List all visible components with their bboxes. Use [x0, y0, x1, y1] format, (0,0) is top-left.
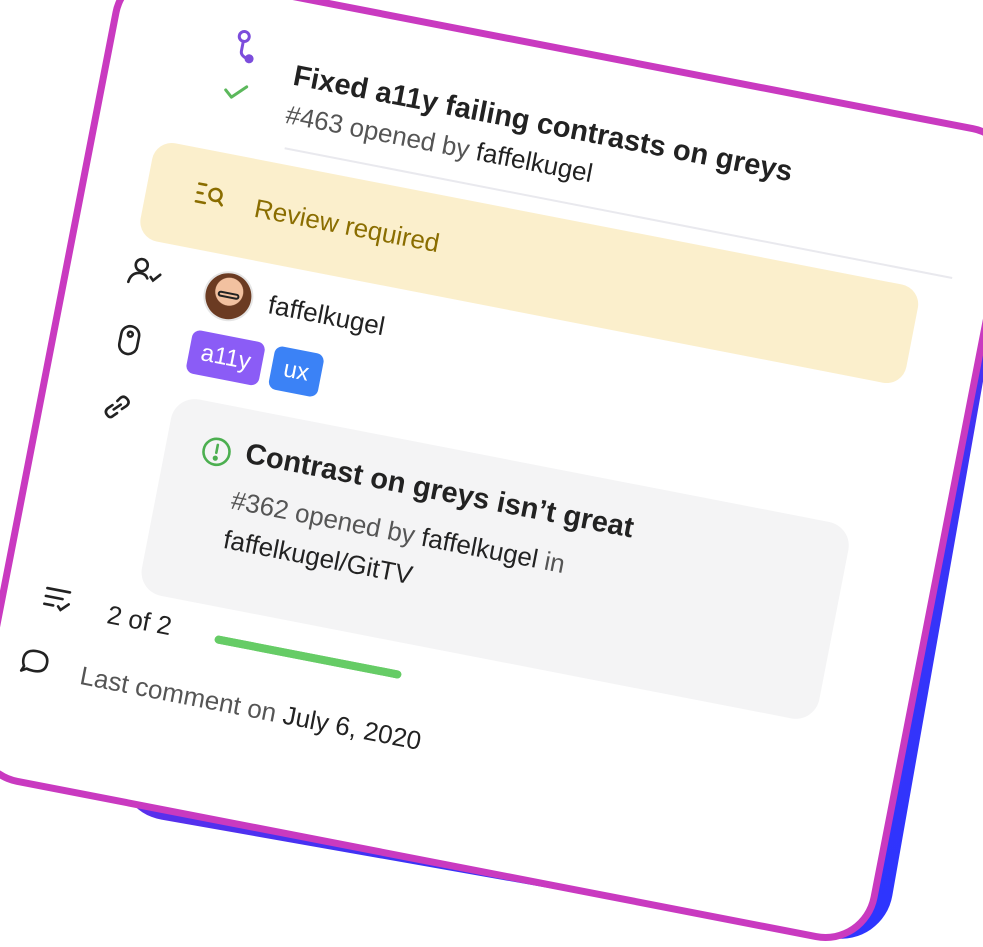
last-comment-date: July 6, 2020: [280, 699, 424, 756]
linked-issue-number[interactable]: #362: [229, 485, 292, 525]
git-pull-request-icon: [230, 28, 262, 66]
labels-list: a11y ux: [185, 329, 325, 398]
review-search-icon: [192, 178, 229, 212]
check-icon: [221, 79, 250, 104]
link-icon: [100, 389, 135, 424]
checks-progress-bar: [213, 634, 403, 680]
issue-opened-icon: [198, 433, 236, 471]
linked-issue-card[interactable]: Contrast on greys isn’t great #362 opene…: [137, 394, 853, 723]
comment-icon: [17, 644, 52, 679]
label-ux[interactable]: ux: [267, 345, 325, 398]
tag-icon: [112, 321, 146, 360]
linked-issue-author[interactable]: faffelkugel: [419, 522, 541, 574]
pr-card-stage: Fixed a11y failing contrasts on greys #4…: [0, 0, 983, 942]
review-status-label: Review required: [251, 192, 443, 259]
checks-progress-fill: [213, 634, 403, 680]
assignee-name[interactable]: faffelkugel: [266, 289, 388, 342]
avatar[interactable]: [201, 269, 256, 324]
last-comment-prefix: Last comment on: [77, 660, 280, 728]
person-check-icon: [126, 254, 165, 290]
linked-issue-in-text: in: [541, 545, 568, 580]
checklist-icon: [40, 582, 75, 617]
last-comment: Last comment on July 6, 2020: [77, 660, 424, 757]
label-a11y[interactable]: a11y: [185, 329, 267, 387]
pr-number[interactable]: #463: [283, 99, 346, 139]
checks-count: 2 of 2: [104, 599, 175, 642]
pr-card[interactable]: Fixed a11y failing contrasts on greys #4…: [0, 0, 983, 942]
